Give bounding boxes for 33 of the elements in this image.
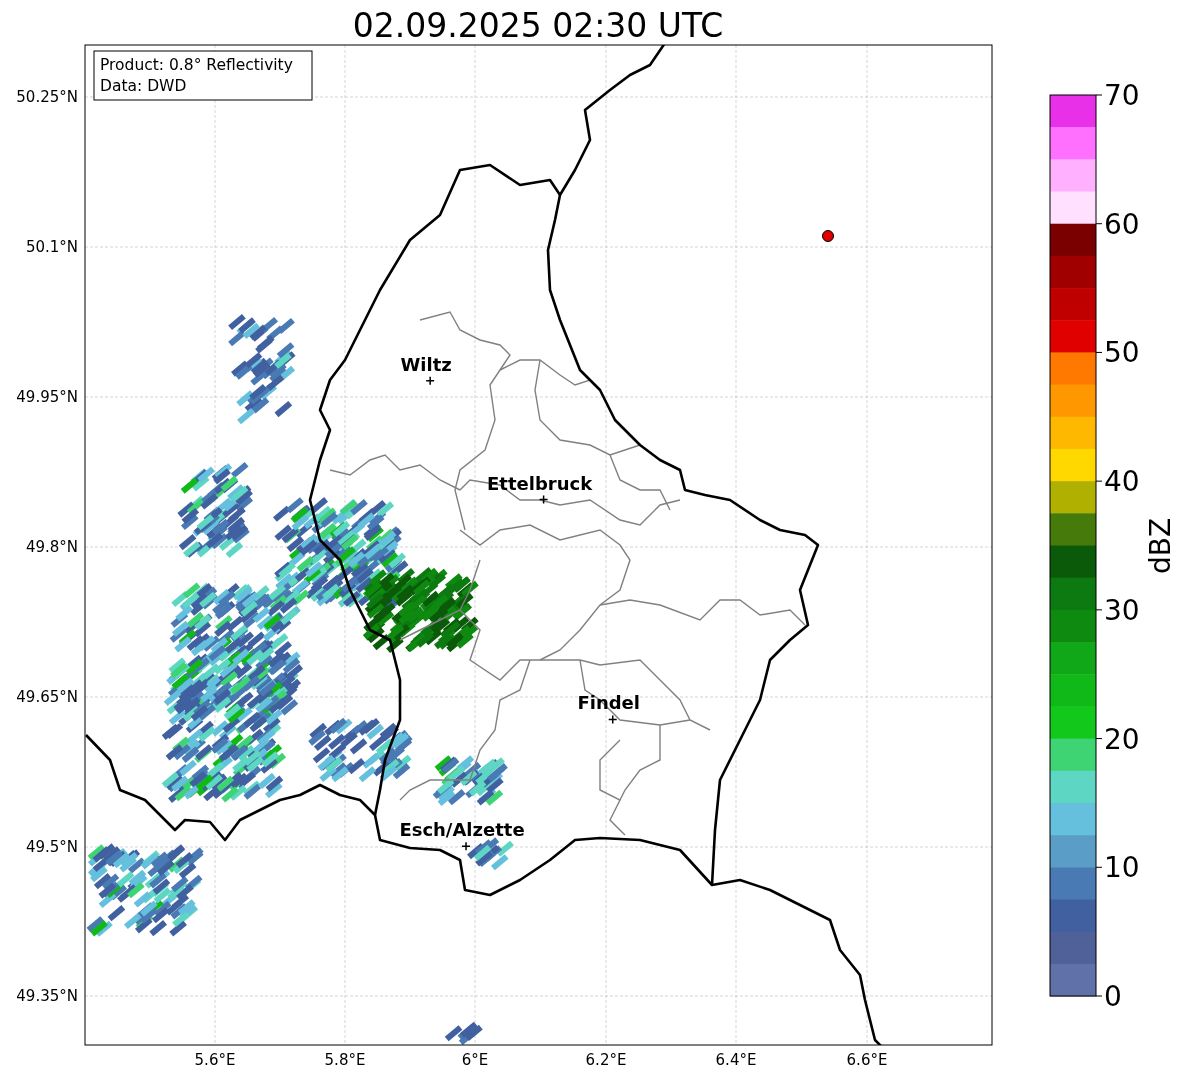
axis-tick-label: 49.8°N <box>25 538 78 556</box>
colorbar-tick-label: 50 <box>1104 336 1140 370</box>
axis-tick-label: 50.25°N <box>16 88 78 106</box>
colorbar-tick-label: 10 <box>1104 851 1140 885</box>
city-marker-icon <box>538 494 549 505</box>
colorbar-tick-label: 40 <box>1104 465 1140 499</box>
chart-title: 02.09.2025 02:30 UTC <box>352 6 724 45</box>
colorbar-tick-label: 20 <box>1104 722 1140 756</box>
axis-tick-label: 49.65°N <box>16 688 78 706</box>
axis-tick-label: 5.8°E <box>324 1051 366 1069</box>
axis-tick-label: 50.1°N <box>25 238 78 256</box>
axis-tick-label: 49.5°N <box>25 838 78 856</box>
colorbar-label: dBZ <box>1144 517 1177 575</box>
info-text: Product: 0.8° Reflectivity <box>100 56 293 74</box>
city-label: Wiltz <box>400 353 452 375</box>
colorbar-tick-label: 30 <box>1104 593 1140 627</box>
city-label: Esch/Alzette <box>399 819 525 841</box>
city-label: Findel <box>577 692 640 714</box>
city-marker-icon <box>425 375 435 386</box>
colorbar-tick-label: 60 <box>1104 207 1140 241</box>
city-marker-icon <box>461 841 471 851</box>
axis-tick-label: 6.4°E <box>715 1051 757 1069</box>
info-text: Data: DWD <box>100 77 187 95</box>
axis-tick-label: 6.2°E <box>585 1051 627 1069</box>
colorbar-tick-label: 70 <box>1104 79 1140 112</box>
axis-tick-label: 5.6°E <box>194 1051 236 1069</box>
city-marker-icon <box>607 714 618 725</box>
city-label: Ettelbruck <box>487 472 593 494</box>
axis-tick-label: 49.35°N <box>16 987 78 1005</box>
axis-tick-label: 6.6°E <box>846 1051 888 1069</box>
axis-tick-label: 49.95°N <box>16 388 78 406</box>
axis-tick-label: 6°E <box>461 1051 489 1069</box>
colorbar-tick-label: 0 <box>1104 980 1122 1013</box>
